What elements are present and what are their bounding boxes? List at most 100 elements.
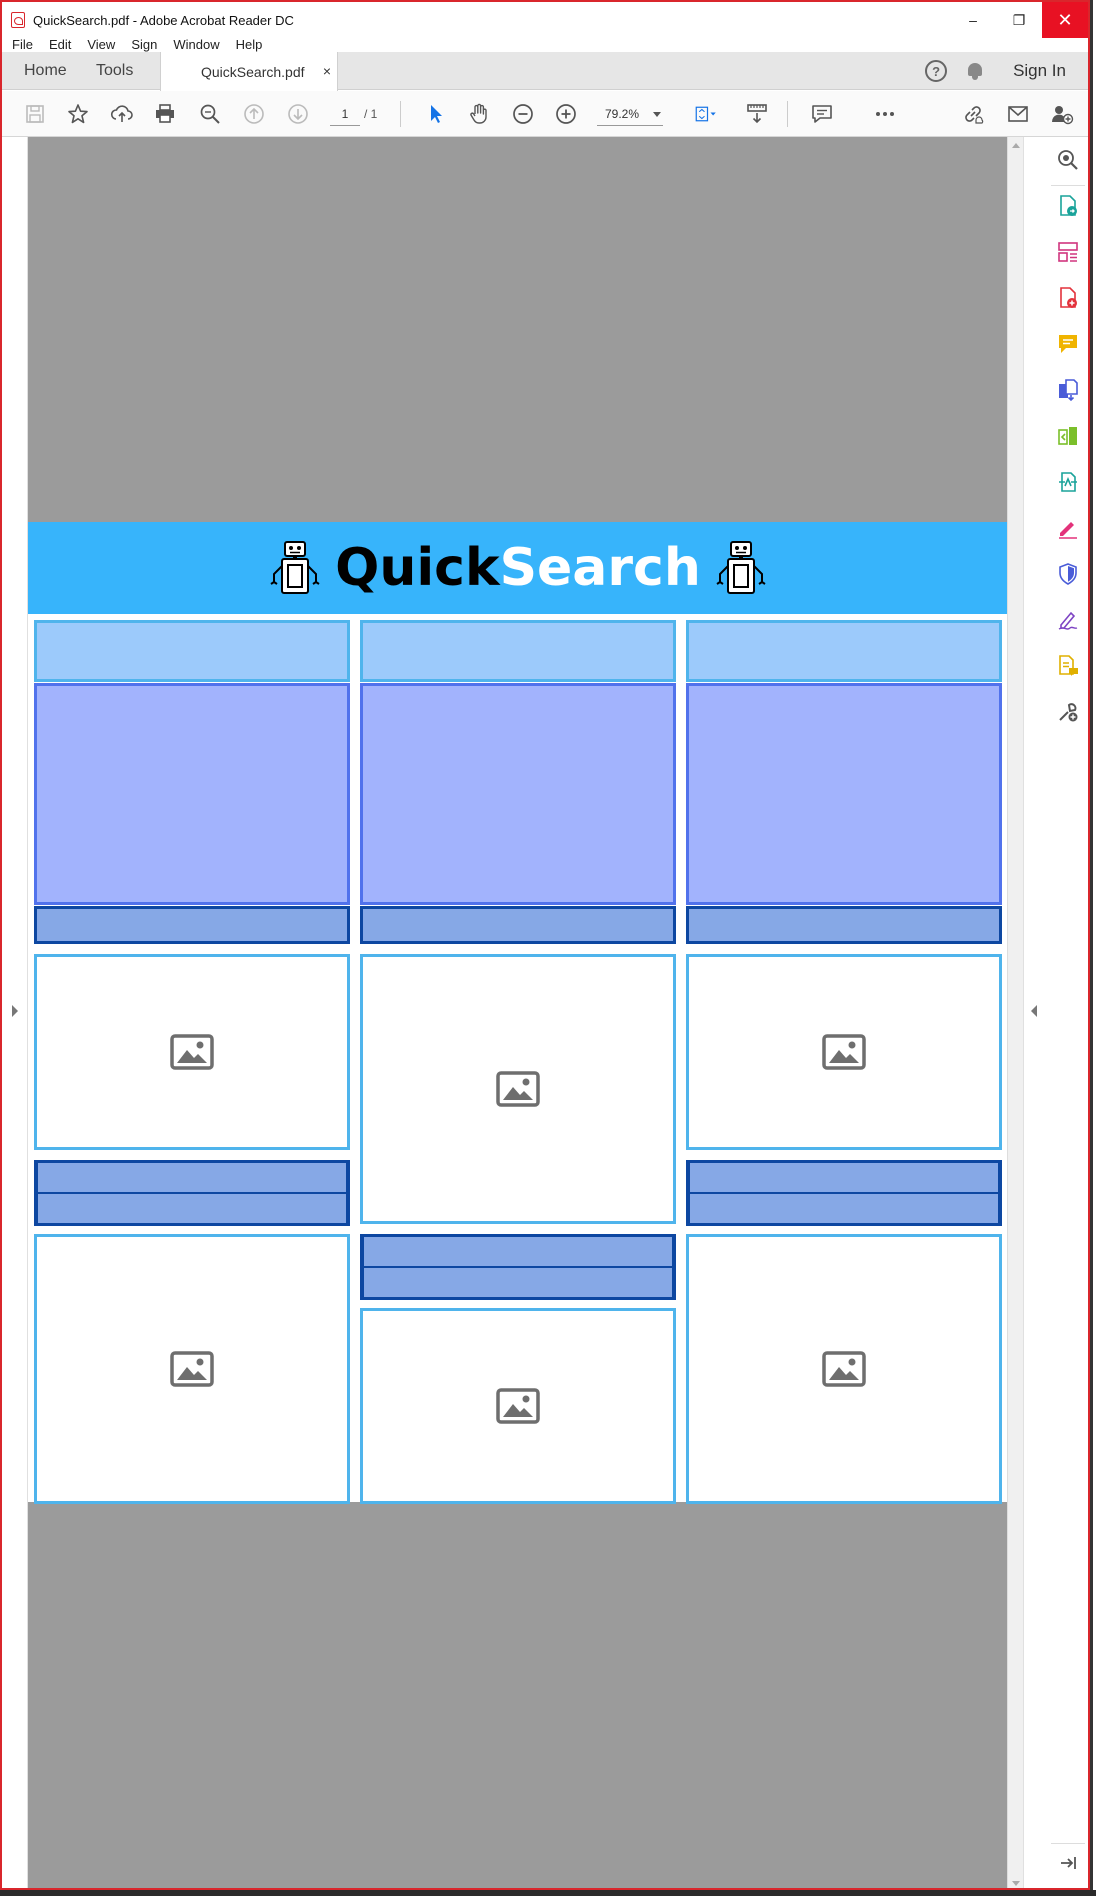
combine-files-icon[interactable]: [1055, 377, 1081, 403]
result-card-footer: [360, 906, 676, 944]
save-icon[interactable]: [22, 101, 48, 127]
result-card-footer: [686, 906, 1002, 944]
collapse-pane-icon[interactable]: [1055, 1850, 1081, 1876]
window-edge-shadow: [1090, 0, 1093, 1896]
more-tools-icon[interactable]: [1055, 699, 1081, 725]
title-bar: QuickSearch.pdf - Adobe Acrobat Reader D…: [2, 2, 1088, 38]
more-icon[interactable]: [872, 101, 898, 127]
result-card-body: [686, 683, 1002, 905]
tab-bar: Home Tools QuickSearch.pdf × ? Sign In: [2, 52, 1088, 91]
close-tab-icon[interactable]: ×: [323, 63, 331, 79]
tab-document[interactable]: QuickSearch.pdf ×: [160, 52, 338, 91]
zoom-in-icon[interactable]: [553, 101, 579, 127]
scroll-mode-icon[interactable]: [744, 101, 770, 127]
tab-home[interactable]: Home: [24, 52, 67, 90]
window-edge: [1090, 0, 1096, 1896]
taskbar-edge: [0, 1890, 1096, 1896]
fit-page-icon[interactable]: [689, 101, 723, 127]
image-icon: [496, 1071, 540, 1107]
bookmark-star-icon[interactable]: [65, 101, 91, 127]
caption-bar: [34, 1160, 350, 1226]
collapse-right-pane-icon[interactable]: [1031, 1005, 1037, 1017]
comment-tool-icon[interactable]: [1055, 331, 1081, 357]
banner-title-quick: Quick: [335, 538, 500, 598]
menu-view[interactable]: View: [87, 37, 115, 52]
caption-divider: [364, 1266, 672, 1268]
caption-divider: [38, 1192, 346, 1194]
left-pane-toggle[interactable]: [4, 137, 28, 1888]
compress-icon[interactable]: [1055, 423, 1081, 449]
menu-edit[interactable]: Edit: [49, 37, 71, 52]
scroll-up-icon[interactable]: [1012, 143, 1020, 148]
page-number-input[interactable]: 1: [330, 102, 360, 126]
result-card-body: [360, 683, 676, 905]
create-pdf-icon[interactable]: [1055, 285, 1081, 311]
close-window-button[interactable]: ✕: [1042, 2, 1088, 38]
expand-left-pane-icon[interactable]: [12, 1005, 18, 1017]
select-pointer-icon[interactable]: [423, 101, 449, 127]
window-controls: – ❐ ✕: [950, 2, 1088, 38]
menu-sign[interactable]: Sign: [131, 37, 157, 52]
search-zoom-icon[interactable]: [1055, 147, 1081, 173]
result-card-header: [360, 620, 676, 682]
tab-tools[interactable]: Tools: [96, 52, 133, 90]
menu-bar: File Edit View Sign Window Help: [2, 34, 278, 54]
print-icon[interactable]: [152, 101, 178, 127]
share-link-icon[interactable]: [960, 101, 986, 127]
email-icon[interactable]: [1005, 101, 1031, 127]
zoom-out-icon[interactable]: [510, 101, 536, 127]
minimize-button[interactable]: –: [950, 2, 996, 38]
next-page-icon[interactable]: [285, 101, 311, 127]
tab-document-label: QuickSearch.pdf: [201, 63, 305, 80]
send-for-comments-icon[interactable]: [1055, 653, 1081, 679]
hand-icon[interactable]: [466, 101, 492, 127]
caption-bar: [360, 1234, 676, 1300]
quicksearch-banner: QuickSearch: [28, 522, 1008, 614]
comment-icon[interactable]: [809, 101, 835, 127]
banner-title-search: Search: [499, 538, 701, 598]
export-pdf-icon[interactable]: [1055, 193, 1081, 219]
restore-button[interactable]: ❐: [996, 2, 1042, 38]
image-placeholder: [34, 954, 350, 1150]
notifications-bell-icon[interactable]: [967, 62, 983, 80]
menu-help[interactable]: Help: [236, 37, 263, 52]
fill-sign-icon[interactable]: [1055, 515, 1081, 541]
help-icon[interactable]: ?: [925, 60, 948, 82]
image-placeholder: [360, 1308, 676, 1504]
protect-icon[interactable]: [1055, 561, 1081, 587]
vertical-scrollbar[interactable]: [1007, 137, 1023, 1888]
page-total: / 1: [364, 107, 378, 121]
main-toolbar: 1 / 1 79.2%: [2, 91, 1088, 137]
tools-pane: [1043, 137, 1088, 1888]
prev-page-icon[interactable]: [241, 101, 267, 127]
image-placeholder: [34, 1234, 350, 1504]
menu-file[interactable]: File: [12, 37, 33, 52]
image-placeholder: [360, 954, 676, 1224]
account-area: ? Sign In: [925, 52, 1066, 90]
menu-window[interactable]: Window: [173, 37, 219, 52]
find-icon[interactable]: [197, 101, 223, 127]
result-card-footer: [34, 906, 350, 944]
robot-icon: [270, 541, 320, 594]
signature-icon[interactable]: [1055, 607, 1081, 633]
image-icon: [496, 1388, 540, 1424]
caption-bar: [686, 1160, 1002, 1226]
scroll-down-icon[interactable]: [1012, 1881, 1020, 1886]
image-placeholder: [686, 954, 1002, 1150]
document-viewport[interactable]: QuickSearch: [4, 137, 1008, 1888]
image-icon: [170, 1034, 214, 1070]
tools-divider: [1051, 185, 1085, 186]
acrobat-app-icon: [11, 12, 25, 28]
image-icon: [170, 1351, 214, 1387]
result-card-header: [34, 620, 350, 682]
zoom-level-select[interactable]: 79.2%: [597, 102, 663, 126]
enhance-scan-icon[interactable]: [1055, 469, 1081, 495]
image-icon: [822, 1351, 866, 1387]
right-pane-toggle[interactable]: [1023, 137, 1043, 1888]
upload-cloud-icon[interactable]: [109, 101, 135, 127]
organize-pages-icon[interactable]: [1055, 239, 1081, 265]
banner-title: QuickSearch: [335, 538, 701, 598]
pdf-page[interactable]: QuickSearch: [28, 522, 1008, 1504]
add-user-icon[interactable]: [1049, 101, 1075, 127]
sign-in-button[interactable]: Sign In: [1013, 61, 1066, 81]
